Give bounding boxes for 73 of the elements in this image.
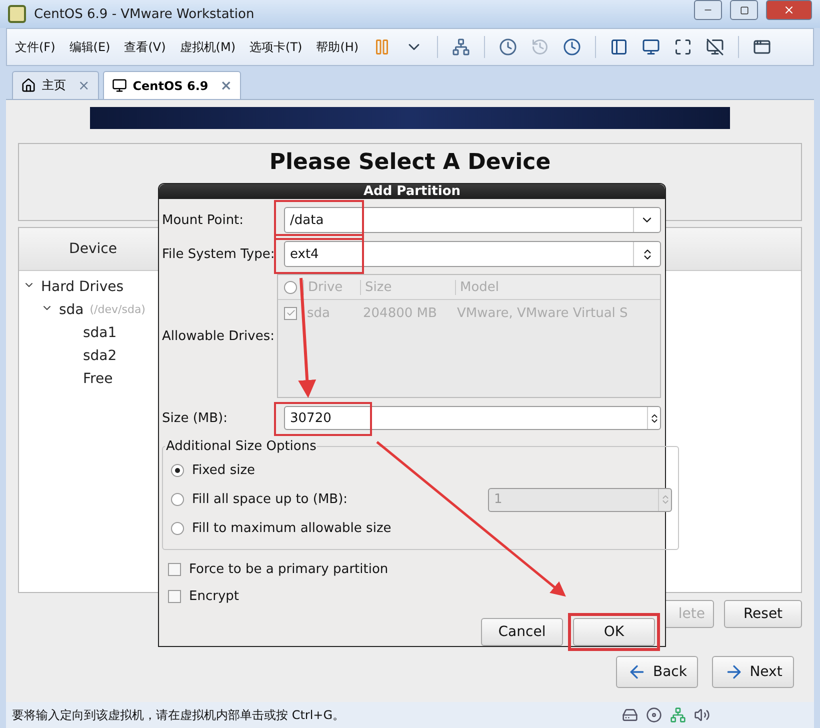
radio-icon	[284, 280, 297, 294]
option-label: Fill to maximum allowable size	[192, 521, 392, 536]
column-header: Model	[455, 280, 660, 294]
disc-icon	[646, 707, 662, 723]
field-label: Allowable Drives:	[162, 328, 276, 344]
dialog-button[interactable]: OK	[573, 618, 655, 646]
tab-label: 主页	[42, 77, 66, 94]
installer-button[interactable]: Reset	[724, 600, 802, 628]
tree-item[interactable]: sda1	[83, 324, 117, 340]
option-label: Fixed size	[192, 463, 256, 478]
status-text: 要将输入定向到该虚拟机，请在虚拟机内部单击或按 Ctrl+G。	[12, 706, 346, 724]
size-spinbox[interactable]: 30720	[284, 406, 661, 430]
nav-button[interactable]: Next	[712, 656, 794, 688]
menu-item[interactable]: 编辑(E)	[69, 38, 110, 56]
group-title: Additional Size Options	[165, 439, 318, 454]
close-icon	[783, 4, 795, 16]
radio-button[interactable]	[171, 493, 184, 506]
check-icon	[286, 308, 296, 318]
column-header: Drive	[303, 280, 360, 294]
hard-drive-icon	[622, 707, 638, 723]
speaker-icon	[694, 707, 710, 723]
tree-item[interactable]: sda	[59, 302, 84, 318]
menu-item[interactable]: 虚拟机(M)	[180, 38, 236, 56]
menu-item[interactable]: 选项卡(T)	[250, 38, 302, 56]
tab[interactable]: 主页 ×	[12, 71, 99, 99]
radio-button[interactable]	[171, 464, 184, 477]
menu-item[interactable]: 文件(F)	[15, 38, 56, 56]
tab-label: CentOS 6.9	[132, 78, 208, 92]
window-icon[interactable]	[752, 38, 771, 56]
maximize-icon	[740, 6, 748, 14]
home-icon	[21, 78, 36, 93]
table-cell-text: VMware, VMware Virtual S	[456, 306, 629, 320]
device-path: (/dev/sda)	[90, 303, 146, 316]
checkbox-label: Encrypt	[189, 589, 240, 604]
clock-icon[interactable]	[562, 38, 581, 56]
network-icon	[670, 707, 686, 723]
menu-item[interactable]: 查看(V)	[124, 38, 166, 56]
close-button[interactable]	[766, 0, 812, 20]
monitor-icon[interactable]	[642, 38, 660, 56]
monitor-icon	[112, 78, 127, 93]
checkbox[interactable]	[168, 563, 181, 576]
menu-item[interactable]: 帮助(H)	[316, 38, 359, 56]
monitor-off-icon[interactable]	[706, 38, 724, 56]
field-label: File System Type:	[162, 246, 276, 262]
tab-close[interactable]: ×	[220, 78, 232, 94]
tree-item[interactable]: Hard Drives	[41, 278, 124, 294]
mount-point-combo[interactable]: /data	[284, 207, 661, 233]
tab[interactable]: CentOS 6.9 ×	[102, 71, 241, 99]
dialog-button[interactable]: Cancel	[481, 618, 563, 646]
tree-item[interactable]: sda2	[83, 348, 117, 364]
field-label: Size (MB):	[162, 410, 228, 426]
checkbox-label: Force to be a primary partition	[189, 562, 390, 577]
checkbox[interactable]	[284, 306, 297, 320]
radio-button[interactable]	[171, 522, 184, 535]
clock-icon[interactable]	[498, 38, 517, 56]
table-cell-text: 204800 MB	[362, 306, 438, 320]
nav-button[interactable]: Back	[616, 656, 698, 688]
file-system-select[interactable]: ext4	[284, 241, 661, 267]
app-icon	[8, 5, 26, 23]
table-cell-text: sda	[306, 306, 331, 320]
network-icon[interactable]	[452, 38, 470, 56]
window-title: CentOS 6.9 - VMware Workstation	[34, 6, 256, 22]
option-label: Fill all space up to (MB):	[192, 492, 349, 507]
maximize-button[interactable]	[730, 0, 758, 20]
minimize-button[interactable]	[694, 0, 722, 20]
panel-icon[interactable]	[610, 38, 628, 56]
column-header: Size	[360, 280, 455, 294]
checkbox[interactable]	[168, 590, 181, 603]
page-heading: Please Select A Device	[269, 150, 551, 170]
fullscreen-icon[interactable]	[674, 38, 692, 56]
dialog-title: Add Partition	[159, 184, 665, 199]
tree-item[interactable]: Free	[83, 370, 113, 386]
field-label: Mount Point:	[162, 212, 245, 228]
